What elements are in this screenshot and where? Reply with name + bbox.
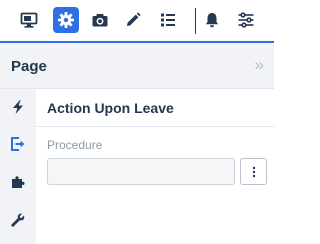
wrench-icon (11, 213, 25, 227)
top-toolbar (0, 0, 274, 38)
rail-item-leave[interactable] (8, 134, 28, 154)
camera-icon (92, 14, 108, 27)
exit-icon (11, 137, 25, 151)
settings-button[interactable] (53, 7, 79, 33)
bell-icon (205, 13, 219, 28)
pencil-icon (127, 12, 141, 26)
rail-item-events[interactable] (8, 97, 28, 117)
page-title: Page (11, 58, 47, 75)
procedure-input[interactable] (47, 158, 235, 185)
list-button[interactable] (155, 7, 181, 33)
procedure-label: Procedure (47, 138, 103, 152)
gear-icon (58, 12, 74, 28)
sliders-icon (238, 12, 254, 28)
section-title: Action Upon Leave (47, 100, 174, 116)
camera-button[interactable] (87, 7, 113, 33)
rail-item-tools[interactable] (8, 210, 28, 230)
monitor-button[interactable] (16, 7, 42, 33)
section-divider (36, 126, 274, 127)
toolbar-separator (195, 8, 196, 34)
adjustments-button[interactable] (233, 7, 259, 33)
properties-panel: Action Upon Leave Procedure (36, 89, 274, 244)
rail-item-plugins[interactable] (8, 172, 28, 192)
collapse-panel-icon[interactable]: » (255, 55, 264, 75)
more-vertical-icon (252, 166, 255, 177)
list-icon (161, 13, 175, 27)
monitor-icon (20, 12, 38, 28)
page-header: Page » (0, 43, 274, 89)
procedure-menu-button[interactable] (240, 158, 267, 185)
edit-button[interactable] (120, 7, 146, 33)
section-rail (0, 89, 36, 244)
lightning-icon (13, 100, 23, 114)
puzzle-icon (12, 176, 25, 188)
notifications-button[interactable] (199, 7, 225, 33)
